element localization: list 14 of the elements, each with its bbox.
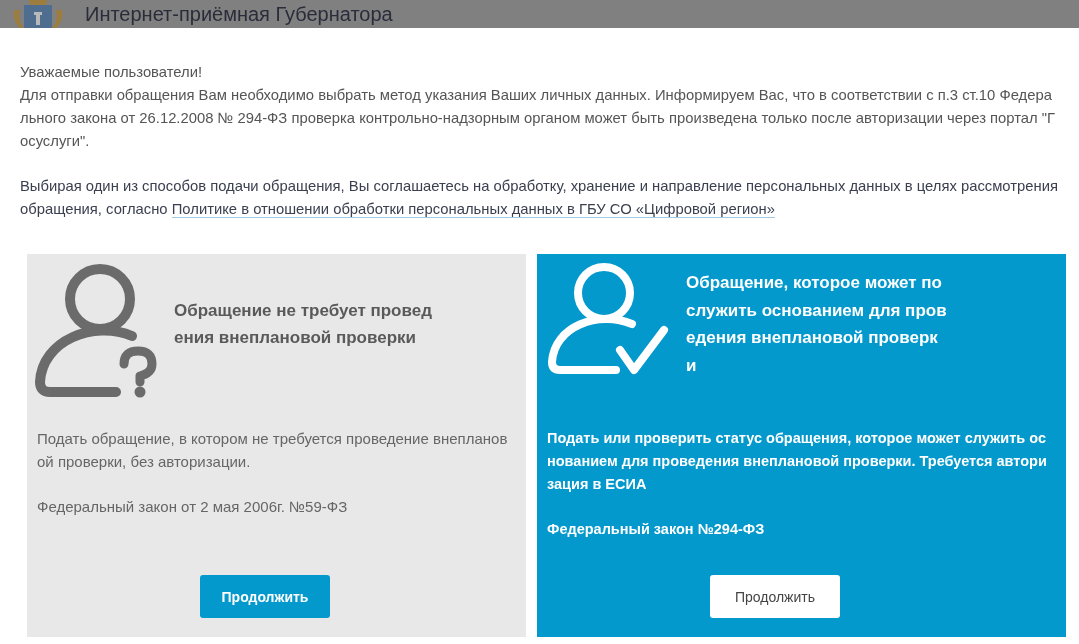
option-title: Обращение не требует проведения внеплановой проверки bbox=[174, 299, 433, 349]
option-description: Подать или проверить статус обращения, которое может служить основанием для проведения внеплановой проверки. Требуется авторизация в ЕСИА bbox=[547, 429, 1048, 494]
law-reference: Федеральный закон №294-ФЗ bbox=[547, 520, 766, 539]
option-description: Подать обращение, в котором не требуется проведение внеплановой проверки, без авторизации. bbox=[37, 429, 509, 472]
page-title: Интернет-приёмная Губернатора bbox=[85, 2, 393, 27]
continue-button[interactable]: Продолжить bbox=[710, 575, 840, 618]
consent-text: Выбирая один из способов подачи обращения, Вы соглашаетесь на обработку, хранение и направление персональных данных в целях рассмотрения обращения, согласно Политике в отношении обработки персональных данных в ГБУ СО «Цифровой регион» bbox=[20, 177, 1059, 220]
emblem-icon bbox=[12, 0, 64, 28]
greeting-text: Уважаемые пользователи! bbox=[20, 63, 204, 82]
option-title: Обращение, которое может послужить основанием для проведения внеплановой проверки bbox=[686, 272, 948, 377]
notice-text: Для отправки обращения Вам необходимо выбрать метод указания Ваших личных данных. Информируем Вас, что в соответствии с п.3 ст.10 Федерального закона от 26.12.2008 № 294-ФЗ проверка контрольно-надзорным органом может быть произведена только после авторизации через портал "Госуслуги". bbox=[20, 86, 1057, 151]
law-reference: Федеральный закон от 2 мая 2006г. №59-ФЗ bbox=[37, 497, 349, 517]
policy-link[interactable]: Политике в отношении обработки персональных данных в ГБУ СО «Цифровой регион» bbox=[171, 201, 775, 218]
user-question-icon bbox=[34, 264, 158, 398]
